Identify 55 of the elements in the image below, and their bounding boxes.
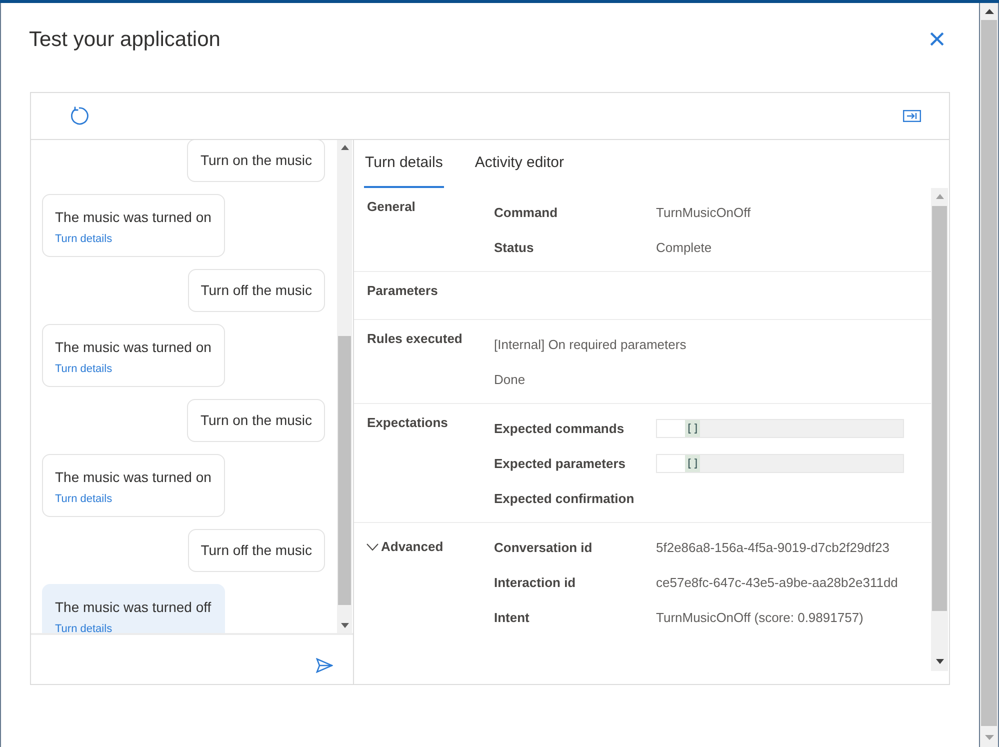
message-text: The music was turned on bbox=[55, 208, 212, 227]
field-label: Status bbox=[494, 238, 535, 257]
bot-message[interactable]: The music was turned on Turn details bbox=[42, 324, 225, 387]
message-text: The music was turned on bbox=[55, 338, 212, 357]
field-label: Expected parameters bbox=[494, 454, 627, 473]
field-value: TurnMusicOnOff (score: 0.9891757) bbox=[656, 608, 864, 627]
section-title: Parameters bbox=[367, 282, 438, 300]
user-message[interactable]: Turn on the music bbox=[187, 140, 325, 182]
code-editor-field[interactable]: [] bbox=[656, 419, 904, 438]
bot-message[interactable]: The music was turned on Turn details bbox=[42, 454, 225, 517]
field-label: Interaction id bbox=[494, 574, 577, 592]
advanced-toggle[interactable]: Advanced bbox=[366, 537, 444, 556]
user-message[interactable]: Turn off the music bbox=[188, 529, 325, 572]
field-value: Complete bbox=[656, 238, 712, 257]
bot-message[interactable]: The music was turned off Turn details bbox=[42, 584, 225, 633]
field-value: 5f2e86a8-156a-4f5a-9019-d7cb2f29df23 bbox=[656, 538, 890, 557]
section-title: Expectations bbox=[367, 414, 448, 432]
field-value: TurnMusicOnOff bbox=[656, 204, 751, 222]
scroll-up-arrow-icon[interactable] bbox=[984, 9, 994, 14]
chevron-icon bbox=[366, 542, 379, 551]
refresh-icon[interactable] bbox=[69, 106, 89, 126]
dialog-title: Test your application bbox=[29, 27, 220, 54]
code-editor-field[interactable]: [] bbox=[656, 454, 904, 473]
code-text: [] bbox=[685, 420, 700, 437]
field-label: Intent bbox=[494, 608, 530, 627]
send-icon[interactable] bbox=[316, 658, 333, 673]
user-message[interactable]: Turn off the music bbox=[188, 269, 325, 312]
section-title: Rules executed bbox=[367, 330, 462, 348]
field-label: Expected commands bbox=[494, 420, 626, 438]
rule-name: Done bbox=[494, 370, 526, 389]
scrollbar[interactable] bbox=[931, 188, 948, 671]
message-text: The music was turned on bbox=[55, 468, 212, 487]
user-message[interactable]: Turn on the music bbox=[187, 399, 325, 442]
turn-details-link[interactable]: Turn details bbox=[55, 491, 112, 508]
section-title: General bbox=[367, 198, 416, 216]
field-label: Conversation id bbox=[494, 538, 594, 557]
tab[interactable]: Activity editor bbox=[474, 140, 566, 188]
rule-name: [Internal] On required parameters bbox=[494, 336, 686, 354]
dock-panel-icon[interactable] bbox=[903, 110, 921, 122]
close-button[interactable]: × bbox=[925, 28, 949, 52]
scrollbar[interactable] bbox=[337, 140, 352, 633]
scrollbar[interactable] bbox=[980, 3, 998, 747]
scroll-down-arrow-icon[interactable] bbox=[936, 659, 944, 664]
field-label: Command bbox=[494, 204, 559, 222]
bot-message[interactable]: The music was turned on Turn details bbox=[42, 194, 225, 257]
field-label: Expected confirmation bbox=[494, 490, 636, 508]
scroll-down-arrow-icon[interactable] bbox=[340, 623, 348, 628]
tab[interactable]: Turn details bbox=[364, 140, 444, 188]
field-value: ce57e8fc-647c-43e5-a9be-aa28b2e311dd bbox=[656, 574, 898, 592]
turn-details-link[interactable]: Turn details bbox=[55, 231, 112, 248]
message-text: The music was turned off bbox=[55, 598, 212, 617]
turn-details-link[interactable]: Turn details bbox=[55, 621, 112, 633]
scroll-up-arrow-icon[interactable] bbox=[340, 145, 348, 150]
turn-details-link[interactable]: Turn details bbox=[55, 361, 112, 378]
code-text: [] bbox=[685, 455, 700, 472]
